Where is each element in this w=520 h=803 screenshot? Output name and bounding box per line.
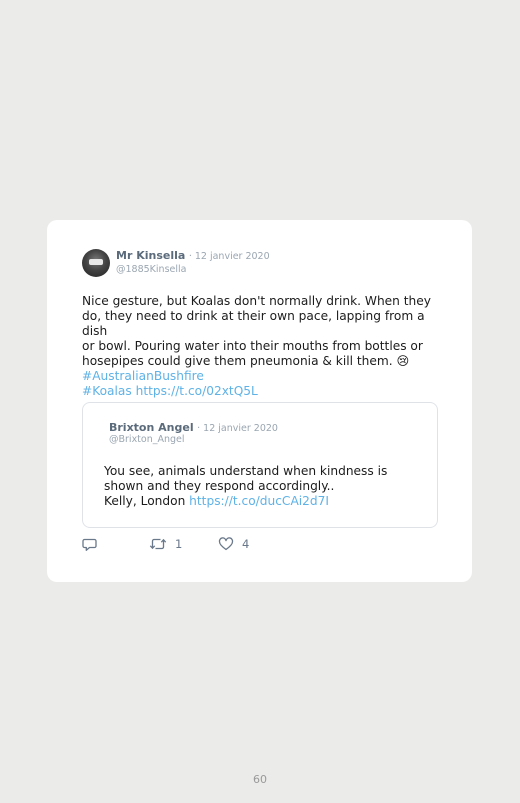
quoted-author-name[interactable]: Brixton Angel — [109, 421, 194, 434]
author-handle[interactable]: @1885Kinsella — [116, 264, 186, 275]
reply-button[interactable] — [82, 537, 98, 552]
page-number: 60 — [253, 773, 267, 786]
hashtag-link[interactable]: #AustralianBushfire — [82, 369, 204, 383]
quoted-text-line: Kelly, London — [104, 494, 186, 508]
quoted-tweet[interactable]: Brixton Angel · 12 janvier 2020 @Brixton… — [82, 402, 438, 528]
tweet-text-line: Nice gesture, but Koalas don't normally … — [82, 294, 431, 308]
quoted-author-line: Brixton Angel · 12 janvier 2020 — [109, 421, 278, 434]
tweet-text-line: or bowl. Pouring water into their mouths… — [82, 339, 423, 353]
heart-icon — [218, 537, 234, 551]
quoted-url-link[interactable]: https://t.co/ducCAi2d7I — [189, 494, 329, 508]
hashtag-link[interactable]: #Koalas — [82, 384, 132, 398]
quoted-date: · 12 janvier 2020 — [197, 423, 278, 434]
avatar[interactable] — [82, 249, 110, 277]
tweet-actions: 1 4 — [82, 537, 382, 555]
quoted-text-line: You see, animals understand when kindnes… — [104, 464, 388, 478]
tweet-url-link[interactable]: https://t.co/02xtQ5L — [136, 384, 258, 398]
quoted-text-line: shown and they respond accordingly.. — [104, 479, 335, 493]
tweet-text: Nice gesture, but Koalas don't normally … — [82, 294, 442, 399]
author-line: Mr Kinsella · 12 janvier 2020 — [116, 249, 270, 262]
author-name[interactable]: Mr Kinsella — [116, 249, 185, 262]
tweet-card: Mr Kinsella · 12 janvier 2020 @1885Kinse… — [47, 220, 472, 582]
like-count: 4 — [242, 537, 250, 551]
tweet-text-line: hosepipes could give them pneumonia & ki… — [82, 354, 410, 368]
tweet-text-line: do, they need to drink at their own pace… — [82, 309, 425, 338]
retweet-count: 1 — [175, 537, 183, 551]
reply-icon — [82, 538, 97, 551]
quoted-text: You see, animals understand when kindnes… — [104, 464, 404, 509]
quoted-handle[interactable]: @Brixton_Angel — [109, 434, 185, 445]
retweet-icon — [149, 538, 167, 550]
tweet-date: · 12 janvier 2020 — [188, 251, 270, 262]
like-button[interactable]: 4 — [218, 537, 249, 551]
retweet-button[interactable]: 1 — [149, 537, 182, 551]
